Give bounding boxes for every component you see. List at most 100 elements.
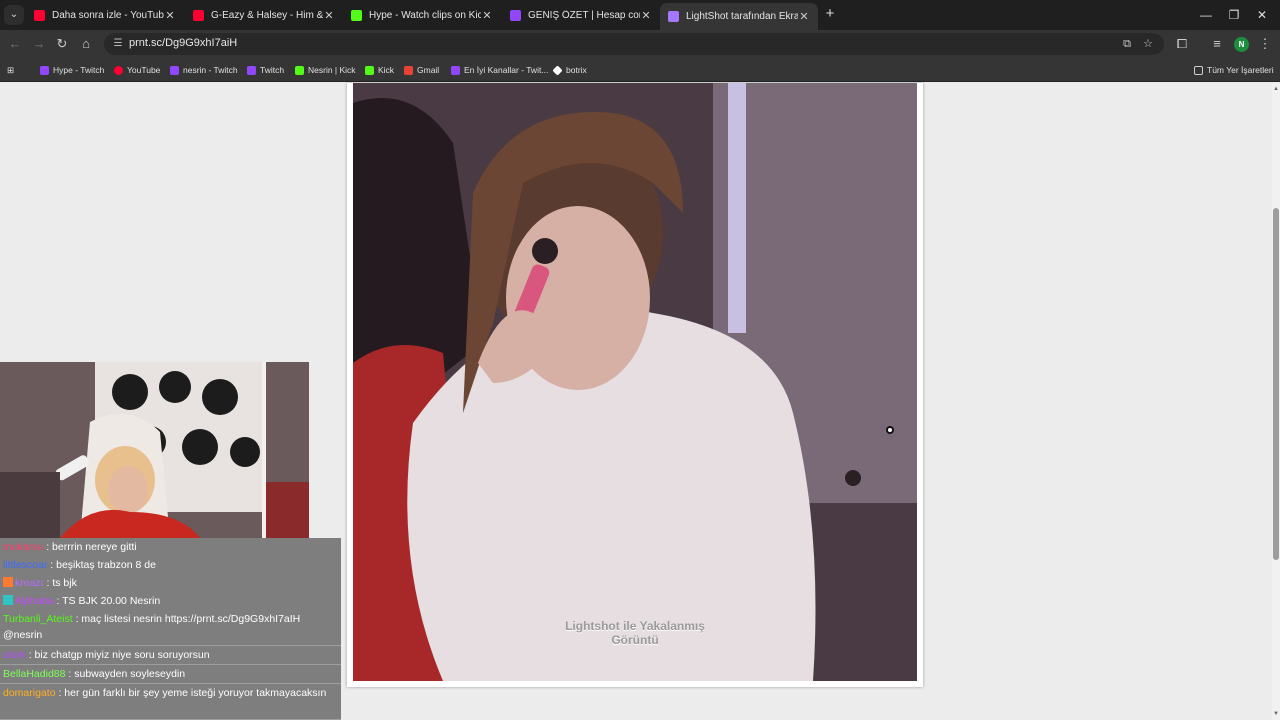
twitch-icon (170, 65, 179, 75)
twitch-icon (451, 65, 460, 75)
tab-title: G-Eazy & Halsey - Him & I (Lyric (211, 9, 323, 21)
close-icon[interactable]: ✕ (164, 9, 176, 22)
lightshot-icon (668, 11, 679, 22)
chat-badge-icon (3, 577, 13, 587)
close-icon[interactable]: ✕ (323, 9, 335, 22)
extensions-icon[interactable]: ⧠ (1173, 35, 1191, 53)
chat-message: ulurk : biz chatgp miyiz niye soru soruy… (0, 646, 341, 665)
site-info-icon[interactable]: ☰ (111, 37, 125, 51)
bookmark-label: Kick (378, 65, 395, 75)
close-icon[interactable]: ✕ (798, 10, 810, 23)
bookmark-nesrin-kick[interactable]: Nesrin | Kick (295, 63, 356, 77)
chat-message: domarigato : her gün farklı bir şey yeme… (0, 684, 341, 720)
chat-message: BellaHadid88 : subwayden soyleseydin (0, 665, 341, 684)
tab-search-button[interactable]: ⌄ (4, 5, 24, 25)
chat-username: BellaHadid88 (3, 668, 66, 680)
screenshot-image[interactable] (353, 83, 917, 681)
tab-title: GENİŞ ÖZET | Hesap com Antal (528, 9, 640, 21)
twitch-icon (510, 9, 521, 21)
chat-username: Alphaba (15, 595, 54, 607)
bookmark-star-icon[interactable]: ☆ (1141, 37, 1155, 51)
bookmark-label: Twitch (260, 65, 285, 75)
chat-text: : her gün farklı bir şey yeme isteği yor… (58, 687, 327, 699)
bookmark-nesrin-twitch[interactable]: nesrin - Twitch (170, 63, 238, 77)
new-tab-button[interactable]: + (822, 5, 838, 25)
chat-overlay: mukarsu : berrrin nereye gitti littlesco… (0, 538, 341, 720)
chat-badge-icon (3, 595, 13, 605)
apps-icon[interactable]: ⊞ (7, 63, 14, 77)
scroll-up-icon[interactable]: ▲ (1272, 85, 1280, 93)
tab-hype-kick[interactable]: Hype - Watch clips on Kick ✕ (343, 3, 501, 27)
browser-toolbar: ← → ↻ ⌂ ☰ prnt.sc/Dg9G9xhI7aiH ⧉ ☆ ⧠ ≡ N… (0, 30, 1280, 58)
reload-icon[interactable]: ↻ (53, 35, 71, 53)
bookmarks-bar: ⊞ Hype - Twitch YouTube nesrin - Twitch … (0, 58, 1280, 82)
lightshot-caption: Lightshot ile Yakalanmış Görüntü (565, 619, 705, 647)
all-bookmarks-folder[interactable]: Tüm Yer İşaretleri (1194, 63, 1274, 77)
chat-message: mukarsu : berrrin nereye gitti (0, 538, 341, 557)
tab-title: Daha sonra izle - YouTube (52, 9, 164, 21)
bookmark-label: En İyi Kanallar - Twit... (464, 65, 549, 75)
address-bar[interactable]: ☰ prnt.sc/Dg9G9xhI7aiH ⧉ ☆ (104, 33, 1164, 55)
back-icon[interactable]: ← (6, 35, 24, 53)
close-window-icon[interactable]: ✕ (1251, 6, 1273, 24)
chat-text: : berrrin nereye gitti (46, 541, 137, 553)
install-app-icon[interactable]: ⧉ (1120, 37, 1134, 51)
bookmark-en-iyi-kanallar[interactable]: En İyi Kanallar - Twit... (451, 63, 548, 77)
screenshot-frame (347, 83, 923, 687)
forward-icon[interactable]: → (30, 35, 48, 53)
chat-text: : beşiktaş trabzon 8 de (50, 559, 156, 571)
tab-genis-ozet[interactable]: GENİŞ ÖZET | Hesap com Antal ✕ (502, 3, 660, 27)
chat-text: : TS BJK 20.00 Nesrin (56, 595, 161, 607)
tab-title: Hype - Watch clips on Kick (369, 9, 481, 21)
screenshot-photo (353, 83, 917, 681)
botrix-icon (552, 64, 563, 76)
chat-message: littlescoar : beşiktaş trabzon 8 de (0, 556, 341, 575)
scrollbar-thumb[interactable] (1273, 208, 1279, 560)
chat-username: kreazı (15, 577, 44, 589)
profile-avatar[interactable]: N (1234, 37, 1249, 52)
chat-username: ulurk (3, 649, 26, 661)
scroll-down-icon[interactable]: ▼ (1272, 710, 1280, 718)
bookmark-label: Nesrin | Kick (308, 65, 356, 75)
bookmark-twitch[interactable]: Twitch (247, 63, 284, 77)
media-control-icon[interactable]: ≡ (1208, 35, 1226, 53)
chat-username: domarigato (3, 687, 56, 699)
bookmark-label: botrix (566, 65, 587, 75)
home-icon[interactable]: ⌂ (77, 35, 95, 53)
folder-icon (1194, 65, 1203, 75)
chat-message: kreazı : ts bjk (0, 574, 341, 593)
tab-geazy-lyric[interactable]: G-Eazy & Halsey - Him & I (Lyric ✕ (185, 3, 343, 27)
address-url: prnt.sc/Dg9G9xhI7aiH (129, 37, 238, 49)
restore-icon[interactable]: ❐ (1223, 6, 1245, 24)
tab-watch-later[interactable]: Daha sonra izle - YouTube ✕ (26, 3, 184, 27)
bookmark-hype-twitch[interactable]: Hype - Twitch (40, 63, 104, 77)
bookmark-label: Gmail (417, 65, 440, 75)
close-icon[interactable]: ✕ (640, 9, 652, 22)
chat-text: : biz chatgp miyiz niye soru soruyorsun (28, 649, 210, 661)
youtube-icon (34, 9, 45, 21)
gmail-icon (404, 65, 413, 75)
page-scrollbar[interactable]: ▲ ▼ (1272, 83, 1280, 720)
menu-icon[interactable]: ⋮ (1256, 35, 1274, 53)
chat-username: mukarsu (3, 541, 44, 553)
chat-text: : subwayden soyleseydin (68, 668, 186, 680)
bookmark-label: Hype - Twitch (53, 65, 105, 75)
close-icon[interactable]: ✕ (481, 9, 493, 22)
tab-title: LightShot tarafından Ekran Gör (686, 11, 798, 22)
webcam-overlay (0, 362, 309, 538)
chat-username: Turbanli_Ateist (3, 613, 73, 625)
bookmark-botrix[interactable]: botrix (552, 63, 587, 77)
minimize-icon[interactable]: — (1195, 6, 1217, 24)
tab-lightshot[interactable]: LightShot tarafından Ekran Gör ✕ (660, 3, 818, 30)
twitch-icon (247, 65, 256, 75)
bookmark-kick[interactable]: Kick (365, 63, 394, 77)
chat-message: Alphaba : TS BJK 20.00 Nesrin (0, 592, 341, 611)
bookmark-label: YouTube (127, 65, 161, 75)
bookmark-label: Tüm Yer İşaretleri (1207, 65, 1274, 75)
mouse-cursor-icon (886, 426, 894, 434)
youtube-icon (193, 9, 204, 21)
chat-text: : ts bjk (46, 577, 77, 589)
bookmark-gmail[interactable]: Gmail (404, 63, 439, 77)
bookmark-youtube[interactable]: YouTube (114, 63, 160, 77)
kick-icon (351, 9, 362, 21)
